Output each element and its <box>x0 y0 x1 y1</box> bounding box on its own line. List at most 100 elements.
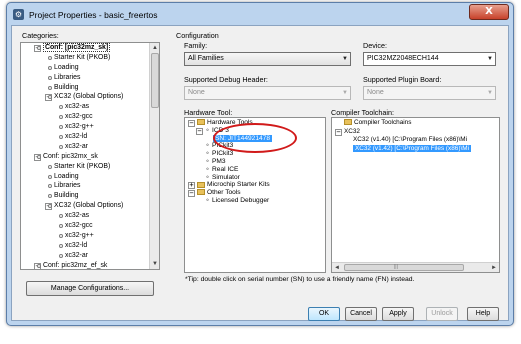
family-label: Family: <box>184 41 208 50</box>
hardware-tool-item[interactable]: ⚬ Licensed Debugger <box>187 197 325 205</box>
hardware-tool-label: Microchip Starter Kits <box>207 181 270 189</box>
category-item[interactable]: xc32-g++ <box>21 231 150 241</box>
title-bar[interactable]: ⚙ Project Properties - basic_freertos X <box>7 3 513 25</box>
category-item[interactable]: xc32-ar <box>21 251 150 261</box>
toolchain-item[interactable]: − XC32 <box>334 128 499 137</box>
categories-scrollbar[interactable]: ▲ ▼ <box>149 43 159 269</box>
debug-header-label: Supported Debug Header: <box>184 75 268 84</box>
category-label: Starter Kit (PKOB) <box>54 162 111 170</box>
folder-icon <box>344 119 352 126</box>
annotation-circle <box>213 123 297 153</box>
tree-node-icon <box>59 144 63 149</box>
category-label: XC32 (Global Options) <box>54 93 124 101</box>
device-dropdown[interactable]: PIC32MZ2048ECH144 ▼ <box>363 52 496 66</box>
close-button[interactable]: X <box>469 4 509 20</box>
tree-node-icon <box>59 224 63 229</box>
tree-node-icon <box>48 75 52 80</box>
ok-button[interactable]: OK <box>308 307 340 321</box>
category-item[interactable]: −XC32 (Global Options) <box>21 201 150 211</box>
category-label: xc32-as <box>65 103 90 111</box>
hardware-tool-item[interactable]: ⚬ PM3 <box>187 158 325 166</box>
category-item[interactable]: −Conf: pic32mx_sk <box>21 152 150 162</box>
compiler-toolchain-tree[interactable]: Compiler Toolchains − XC32 XC32 (v1.40) [C:… <box>331 117 500 273</box>
compiler-toolchain-items[interactable]: Compiler Toolchains − XC32 XC32 (v1.40) [C:… <box>334 119 499 154</box>
category-item[interactable]: xc32-ar <box>21 142 150 152</box>
cancel-button[interactable]: Cancel <box>345 307 377 321</box>
toolchain-item[interactable]: Compiler Toolchains <box>334 119 499 128</box>
category-item[interactable]: xc32-as <box>21 211 150 221</box>
categories-tree[interactable]: −Conf: [pic32mz_sk]Starter Kit (PKOB)Loa… <box>21 43 150 269</box>
scroll-right-icon[interactable]: ► <box>489 263 499 272</box>
toolchain-item[interactable]: XC32 (v1.42) [C:\Program Files (x86)\Mi <box>334 144 499 154</box>
category-item[interactable]: Starter Kit (PKOB) <box>21 162 150 172</box>
category-item[interactable]: Libraries <box>21 181 150 191</box>
plugin-board-value: None <box>367 89 384 96</box>
scroll-down-icon[interactable]: ▼ <box>150 259 159 269</box>
category-label: xc32-g++ <box>65 231 94 239</box>
plugin-board-dropdown[interactable]: None ▼ <box>363 86 496 100</box>
categories-label: Categories: <box>22 31 59 40</box>
family-dropdown[interactable]: All Families ▼ <box>184 52 351 66</box>
debug-header-dropdown[interactable]: None ▼ <box>184 86 351 100</box>
tool-icon: ⚬ <box>205 196 211 204</box>
scroll-thumb[interactable] <box>344 264 464 271</box>
hardware-tool-label: Licensed Debugger <box>212 196 270 204</box>
hardware-tool-item[interactable]: ⚬ Simulator <box>187 174 325 182</box>
plugin-board-label: Supported Plugin Board: <box>363 75 442 84</box>
category-item[interactable]: xc32-ld <box>21 241 150 251</box>
toolchain-item[interactable]: XC32 (v1.40) [C:\Program Files (x86)\Mi <box>334 136 499 145</box>
tree-node-icon <box>59 214 63 219</box>
scroll-thumb[interactable] <box>151 53 159 108</box>
category-item[interactable]: Starter Kit (PKOB) <box>21 53 150 63</box>
debug-header-value: None <box>188 89 205 96</box>
category-item[interactable]: xc32-gcc <box>21 112 150 122</box>
category-item[interactable]: Building <box>21 191 150 201</box>
manage-configurations-button[interactable]: Manage Configurations... <box>26 281 154 296</box>
category-item[interactable]: Loading <box>21 63 150 73</box>
tool-icon: ⚬ <box>205 157 211 165</box>
categories-tree-panel[interactable]: −Conf: [pic32mz_sk]Starter Kit (PKOB)Loa… <box>20 42 160 270</box>
tree-node-icon <box>48 65 52 70</box>
hardware-tool-item[interactable]: ⚬ Real ICE <box>187 166 325 174</box>
category-item[interactable]: −Conf: pic32mz_ef_sk <box>21 261 150 269</box>
hardware-tool-label: Other Tools <box>207 189 241 197</box>
tree-node-icon <box>59 105 63 110</box>
toolchain-label: XC32 (v1.40) [C:\Program Files (x86)\Mi <box>353 136 467 143</box>
tree-node-icon <box>37 154 41 159</box>
category-item[interactable]: xc32-gcc <box>21 221 150 231</box>
scroll-up-icon[interactable]: ▲ <box>150 43 159 53</box>
help-button[interactable]: Help <box>467 307 499 321</box>
tree-node-icon <box>59 243 63 248</box>
category-item[interactable]: Libraries <box>21 73 150 83</box>
tree-node-icon <box>48 194 52 199</box>
category-label: xc32-g++ <box>65 123 94 131</box>
tree-node-icon <box>59 115 63 120</box>
scroll-left-icon[interactable]: ◄ <box>332 263 342 272</box>
category-item[interactable]: xc32-as <box>21 102 150 112</box>
app-icon: ⚙ <box>13 9 24 20</box>
category-item[interactable]: xc32-ld <box>21 132 150 142</box>
tree-node-icon <box>37 46 41 50</box>
category-label: Libraries <box>54 182 81 190</box>
tree-node-icon <box>59 125 63 130</box>
toolchain-horizontal-scrollbar[interactable]: ◄ ||| ► <box>332 262 499 272</box>
hardware-tool-item[interactable]: + Microchip Starter Kits <box>187 181 325 190</box>
category-label: Building <box>54 83 79 91</box>
toolchain-label: XC32 (v1.42) [C:\Program Files (x86)\Mi <box>353 144 471 152</box>
category-item[interactable]: −XC32 (Global Options) <box>21 92 150 102</box>
dialog-body: Categories: −Conf: [pic32mz_sk]Starter K… <box>11 25 509 321</box>
category-item[interactable]: Loading <box>21 172 150 182</box>
category-label: Building <box>54 192 79 200</box>
collapse-icon[interactable]: − <box>335 128 342 136</box>
category-item[interactable]: xc32-g++ <box>21 122 150 132</box>
chevron-down-icon: ▼ <box>342 90 348 96</box>
category-item[interactable]: Building <box>21 83 150 93</box>
category-label: Starter Kit (PKOB) <box>54 53 111 61</box>
unlock-button[interactable]: Unlock <box>426 307 458 321</box>
apply-button[interactable]: Apply <box>382 307 414 321</box>
window-title: Project Properties - basic_freertos <box>29 10 158 20</box>
hardware-tool-item[interactable]: − Other Tools <box>187 189 325 198</box>
category-label: Conf: pic32mz_ef_sk <box>43 261 108 269</box>
tree-node-icon <box>37 263 41 268</box>
category-item[interactable]: −Conf: [pic32mz_sk] <box>21 43 150 53</box>
